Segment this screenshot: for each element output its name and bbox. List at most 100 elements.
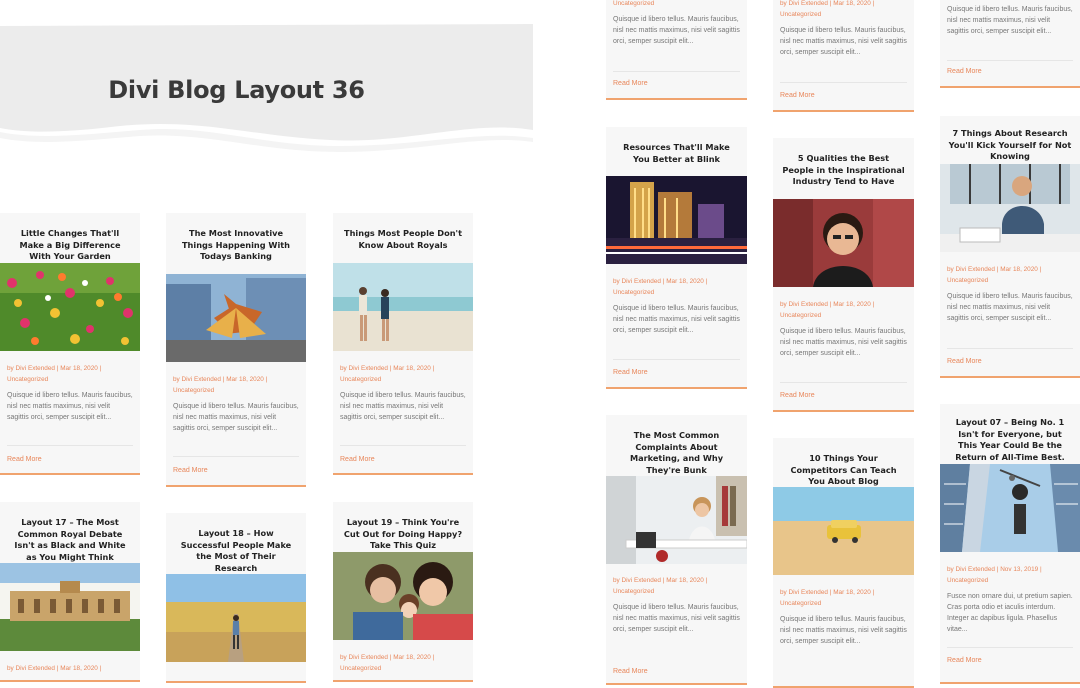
blog-card[interactable]: The Most Common Complaints About Marketi… (606, 415, 747, 685)
post-title[interactable]: Layout 19 – Think You're Cut Out for Doi… (333, 517, 473, 552)
post-title[interactable]: Layout 18 – How Successful People Make t… (166, 528, 306, 574)
read-more-link[interactable]: Read More (613, 80, 648, 87)
post-author[interactable]: by Divi Extended (947, 266, 995, 273)
divider (780, 82, 907, 83)
read-more-link[interactable]: Read More (947, 657, 982, 664)
blog-card[interactable]: 10 Things Your Competitors Can Teach You… (773, 438, 914, 688)
post-title[interactable]: 5 Qualities the Best People in the Inspi… (773, 153, 914, 188)
post-date: Mar 18, 2020 (393, 654, 431, 661)
post-title[interactable]: Layout 07 – Being No. 1 Isn't for Everyo… (940, 417, 1080, 463)
post-category[interactable]: Uncategorized (613, 0, 654, 7)
post-category[interactable]: Uncategorized (613, 588, 654, 595)
blog-card[interactable]: The Most Innovative Things Happening Wit… (166, 213, 306, 487)
divider (947, 60, 1073, 61)
blog-card[interactable]: Layout 07 – Being No. 1 Isn't for Everyo… (940, 404, 1080, 684)
post-meta: by Divi Extended | Nov 13, 2019 | Uncate… (947, 566, 1042, 584)
post-date: Nov 13, 2019 (1000, 566, 1039, 573)
post-thumbnail[interactable] (606, 476, 747, 564)
blog-card[interactable]: 5 Qualities the Best People in the Inspi… (773, 138, 914, 412)
blog-card[interactable]: Little Changes That'll Make a Big Differ… (0, 213, 140, 475)
post-author[interactable]: by Divi Extended (613, 278, 661, 285)
post-title[interactable]: Things Most People Don't Know About Roya… (333, 228, 473, 251)
post-thumbnail[interactable] (773, 199, 914, 287)
post-thumbnail[interactable] (333, 263, 473, 351)
post-thumbnail[interactable] (0, 563, 140, 651)
post-category[interactable]: Uncategorized (173, 387, 214, 394)
post-author[interactable]: by Divi Extended (780, 589, 828, 596)
post-date: Mar 18, 2020 (1000, 266, 1038, 273)
post-title[interactable]: 10 Things Your Competitors Can Teach You… (773, 453, 914, 488)
post-date: Mar 18, 2020 (833, 0, 871, 7)
post-date: Mar 18, 2020 (393, 365, 431, 372)
post-category[interactable]: Uncategorized (7, 376, 48, 383)
post-meta: by Divi Extended | Mar 18, 2020 | Uncate… (7, 365, 102, 383)
read-more-link[interactable]: Read More (780, 392, 815, 399)
post-category[interactable]: Uncategorized (340, 665, 381, 672)
blog-card[interactable]: Layout 19 – Think You're Cut Out for Doi… (333, 502, 473, 682)
post-thumbnail[interactable] (166, 574, 306, 662)
read-more-link[interactable]: Read More (947, 358, 982, 365)
post-author[interactable]: by Divi Extended (340, 654, 388, 661)
read-more-link[interactable]: Read More (780, 92, 815, 99)
post-author[interactable]: by Divi Extended (780, 0, 828, 7)
read-more-link[interactable]: Read More (7, 456, 42, 463)
blog-card[interactable]: Quisque id libero tellus. Mauris faucibu… (940, 0, 1080, 88)
post-title[interactable]: Resources That'll Make You Better at Bli… (606, 142, 747, 165)
post-category[interactable]: Uncategorized (780, 600, 821, 607)
post-excerpt: Quisque id libero tellus. Mauris faucibu… (613, 305, 740, 334)
page-banner: Divi Blog Layout 36 (0, 22, 533, 154)
post-date: Mar 18, 2020 (60, 665, 98, 672)
blog-card[interactable]: Layout 18 – How Successful People Make t… (166, 513, 306, 683)
post-date: Mar 18, 2020 (666, 278, 704, 285)
read-more-link[interactable]: Read More (173, 467, 208, 474)
post-category[interactable]: Uncategorized (947, 577, 988, 584)
divider (7, 445, 133, 446)
post-thumbnail[interactable] (166, 274, 306, 362)
post-thumbnail[interactable] (0, 263, 140, 351)
post-meta: by Divi Extended | Mar 18, 2020 | Uncate… (340, 365, 435, 383)
post-date: Mar 18, 2020 (833, 589, 871, 596)
blog-card[interactable]: Resources That'll Make You Better at Bli… (606, 127, 747, 389)
post-author[interactable]: by Divi Extended (947, 566, 995, 573)
post-meta: by Divi Extended | Mar 18, 2020 | Uncate… (780, 301, 875, 319)
post-thumbnail[interactable] (773, 487, 914, 575)
post-category[interactable]: Uncategorized (780, 11, 821, 18)
post-author[interactable]: by Divi Extended (780, 301, 828, 308)
post-title[interactable]: The Most Common Complaints About Marketi… (606, 430, 747, 476)
post-category[interactable]: Uncategorized (613, 289, 654, 296)
post-date: Mar 18, 2020 (60, 365, 98, 372)
read-more-link[interactable]: Read More (947, 68, 982, 75)
post-meta: by Divi Extended | Mar 18, 2020 | Uncate… (173, 376, 268, 394)
post-excerpt: Quisque id libero tellus. Mauris faucibu… (613, 604, 740, 633)
post-category[interactable]: Uncategorized (947, 277, 988, 284)
post-category[interactable]: Uncategorized (340, 376, 381, 383)
post-excerpt: Quisque id libero tellus. Mauris faucibu… (7, 392, 133, 421)
post-title[interactable]: Little Changes That'll Make a Big Differ… (0, 228, 140, 263)
read-more-link[interactable]: Read More (613, 369, 648, 376)
read-more-link[interactable]: Read More (340, 456, 375, 463)
post-excerpt: Quisque id libero tellus. Mauris faucibu… (613, 16, 740, 45)
post-thumbnail[interactable] (940, 464, 1080, 552)
post-meta: by Divi Extended | Mar 18, 2020 | Uncate… (780, 589, 875, 607)
blog-card[interactable]: Layout 17 – The Most Common Royal Debate… (0, 502, 140, 682)
post-thumbnail[interactable] (940, 164, 1080, 252)
post-title[interactable]: Layout 17 – The Most Common Royal Debate… (0, 517, 140, 563)
post-title[interactable]: 7 Things About Research You'll Kick Your… (940, 128, 1080, 163)
blog-card[interactable]: by Divi Extended | Mar 18, 2020 | Uncate… (773, 0, 914, 112)
read-more-link[interactable]: Read More (613, 668, 648, 675)
post-author[interactable]: by Divi Extended (173, 376, 221, 383)
post-author[interactable]: by Divi Extended (7, 665, 55, 672)
blog-card[interactable]: Things Most People Don't Know About Roya… (333, 213, 473, 475)
post-title[interactable]: The Most Innovative Things Happening Wit… (166, 228, 306, 263)
blog-card[interactable]: Uncategorized Quisque id libero tellus. … (606, 0, 747, 100)
post-category[interactable]: Uncategorized (780, 312, 821, 319)
post-excerpt: Quisque id libero tellus. Mauris faucibu… (947, 293, 1073, 322)
post-author[interactable]: by Divi Extended (7, 365, 55, 372)
blog-card[interactable]: 7 Things About Research You'll Kick Your… (940, 116, 1080, 378)
post-meta: by Divi Extended | Mar 18, 2020 | Uncate… (613, 577, 708, 595)
post-author[interactable]: by Divi Extended (340, 365, 388, 372)
post-thumbnail[interactable] (333, 552, 473, 640)
post-thumbnail[interactable] (606, 176, 747, 264)
post-author[interactable]: by Divi Extended (613, 577, 661, 584)
divider (613, 71, 740, 72)
